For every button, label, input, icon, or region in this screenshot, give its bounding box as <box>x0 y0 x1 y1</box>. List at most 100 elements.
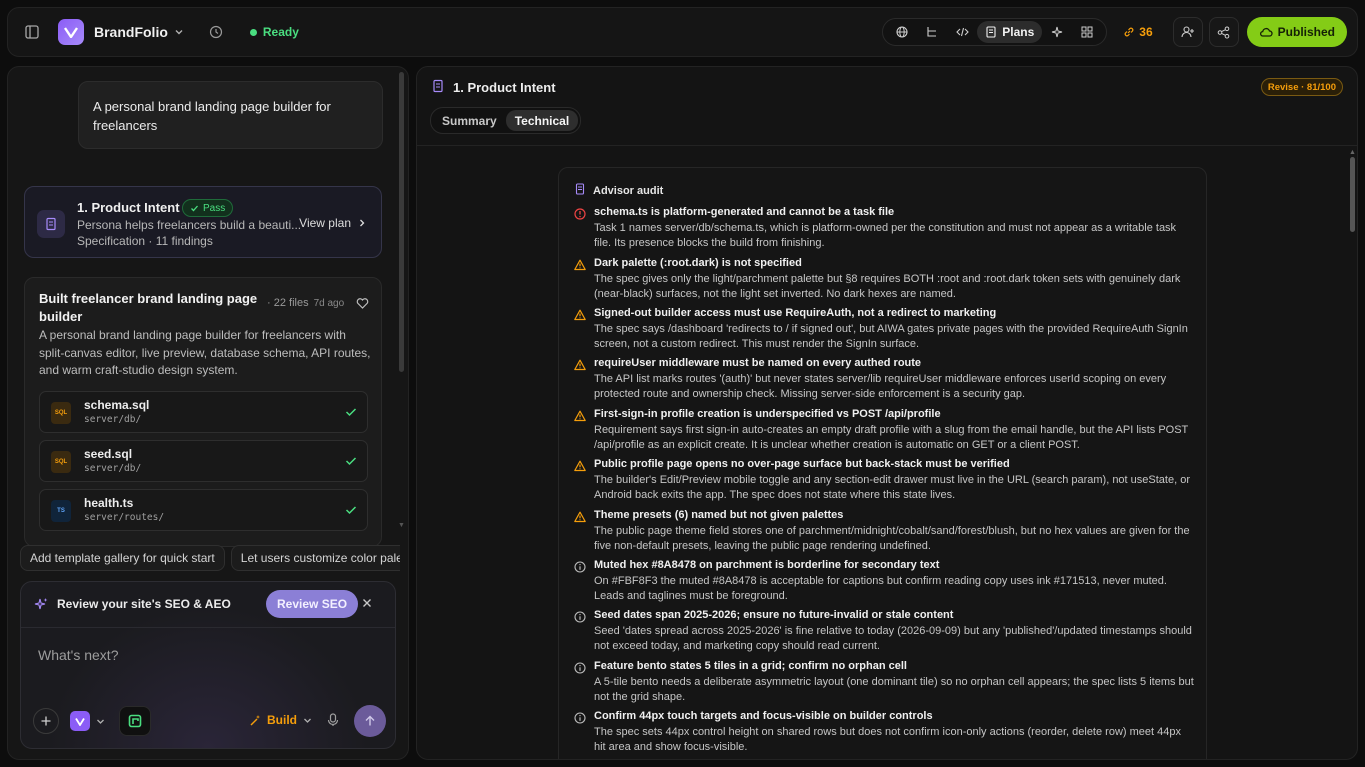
sparkle-icon[interactable] <box>1042 20 1072 44</box>
check-icon <box>345 503 357 518</box>
advisor-audit-card: Advisor audit schema.ts is platform-gene… <box>558 167 1207 759</box>
audit-header: Advisor audit <box>574 183 663 198</box>
finding-title: requireUser middleware must be named on … <box>594 357 922 369</box>
finding-title: Muted hex #8A8478 on parchment is border… <box>594 559 940 571</box>
seo-banner-text: Review your site's SEO & AEO <box>57 597 231 611</box>
published-label: Published <box>1277 25 1335 39</box>
file-path: server/db/ <box>84 414 142 425</box>
build-mode-label: Build <box>267 713 297 727</box>
seo-banner: Review your site's SEO & AEO Review SEO <box>21 582 395 628</box>
file-row[interactable]: SQL seed.sql server/db/ <box>39 440 368 482</box>
app-logo-icon[interactable] <box>58 19 84 45</box>
code-icon[interactable] <box>947 20 977 44</box>
file-name: schema.sql <box>84 398 150 412</box>
tree-icon[interactable] <box>917 20 947 44</box>
build-age: 7d ago <box>313 298 345 309</box>
globe-icon[interactable] <box>887 20 917 44</box>
user-plus-icon <box>1181 26 1194 38</box>
send-button[interactable] <box>354 705 386 737</box>
build-mode-selector[interactable]: Build <box>249 713 312 727</box>
tab-technical[interactable]: Technical <box>505 110 579 131</box>
heart-icon[interactable] <box>356 297 369 312</box>
check-icon <box>345 405 357 420</box>
agent-icon <box>128 714 142 728</box>
file-row[interactable]: SQL schema.sql server/db/ <box>39 391 368 433</box>
cloud-icon <box>1259 27 1273 37</box>
plan-panel: 1. Product Intent Revise · 81/100 Summar… <box>416 66 1358 760</box>
app-name[interactable]: BrandFolio <box>94 24 168 40</box>
finding-title: Public profile page opens no over-page s… <box>594 458 1010 470</box>
tab-summary[interactable]: Summary <box>433 110 506 131</box>
finding-title: Theme presets (6) named but not given pa… <box>594 509 844 521</box>
plan-header: 1. Product Intent Revise · 81/100 Summar… <box>417 67 1357 146</box>
add-attachment-button[interactable] <box>33 708 59 734</box>
status-dot-icon <box>249 28 257 36</box>
sql-file-icon: SQL <box>51 451 71 473</box>
view-plan-link[interactable]: View plan <box>299 216 367 230</box>
scroll-up-icon[interactable]: ▲ <box>1349 149 1356 156</box>
finding-body: Task 1 names server/db/schema.ts, which … <box>594 222 1177 249</box>
alert-circle-icon <box>574 208 586 220</box>
credits-counter[interactable]: 36 <box>1123 25 1153 39</box>
finding-body: The spec gives only the light/parchment … <box>594 273 1181 300</box>
model-selector[interactable] <box>70 711 105 731</box>
build-description: A personal brand landing page builder fo… <box>39 328 371 377</box>
chevron-down-icon <box>304 718 311 723</box>
agent-button[interactable] <box>119 706 151 736</box>
product-intent-card[interactable]: 1. Product Intent Pass Persona helps fre… <box>24 186 382 258</box>
file-name: seed.sql <box>84 447 133 461</box>
credits-value: 36 <box>1139 25 1153 39</box>
finding-title: Signed-out builder access must use Requi… <box>594 307 997 319</box>
warning-triangle-icon <box>574 359 586 371</box>
grid-icon[interactable] <box>1072 20 1102 44</box>
finding-body: The API list marks routes '(auth)' but n… <box>594 373 1167 400</box>
chat-panel: A personal brand landing page builder fo… <box>7 66 409 760</box>
build-status: Ready <box>249 25 299 39</box>
suggestion-chips: Add template gallery for quick start Let … <box>20 545 400 571</box>
scroll-icon <box>574 183 586 198</box>
view-plan-label: View plan <box>299 216 351 230</box>
finding-title: Feature bento states 5 tiles in a grid; … <box>594 660 907 672</box>
file-row[interactable]: TS health.ts server/routes/ <box>39 489 368 531</box>
close-icon[interactable] <box>362 595 372 611</box>
pass-badge: Pass <box>182 199 234 217</box>
suggestion-chip[interactable]: Let users customize color palette <box>230 545 400 571</box>
plans-button[interactable]: Plans <box>977 21 1043 43</box>
build-summary-card: Built freelancer brand landing page buil… <box>24 277 382 547</box>
microphone-icon[interactable] <box>327 713 339 730</box>
pass-badge-label: Pass <box>203 202 226 214</box>
info-icon <box>574 662 586 674</box>
history-icon[interactable] <box>202 18 230 46</box>
finding-title: Dark palette (:root.dark) is not specifi… <box>594 257 802 269</box>
finding-title: schema.ts is platform-generated and cann… <box>594 206 895 218</box>
warning-triangle-icon <box>574 410 586 422</box>
plus-icon <box>41 716 51 726</box>
sidebar-toggle-icon[interactable] <box>18 18 46 46</box>
review-seo-button[interactable]: Review SEO <box>266 590 359 618</box>
finding-body: The builder's Edit/Preview mobile toggle… <box>594 474 1190 501</box>
invite-user-button[interactable] <box>1172 17 1203 47</box>
share-icon <box>1217 26 1230 38</box>
finding-body: Seed 'dates spread across 2025-2026' is … <box>594 625 1192 652</box>
finding-body: Requirement says first sign-in auto-crea… <box>594 424 1189 451</box>
suggestion-chip[interactable]: Add template gallery for quick start <box>20 545 225 571</box>
share-button[interactable] <box>1208 17 1239 47</box>
chevron-down-icon[interactable] <box>174 25 184 40</box>
chat-scrollbar[interactable] <box>399 72 404 372</box>
plan-title-row: 1. Product Intent <box>431 79 556 96</box>
warning-triangle-icon <box>574 460 586 472</box>
build-title: Built freelancer brand landing page buil… <box>39 291 258 324</box>
plans-label: Plans <box>1002 25 1035 39</box>
check-icon <box>345 454 357 469</box>
published-button[interactable]: Published <box>1246 17 1347 47</box>
plan-scrollbar[interactable] <box>1350 157 1355 232</box>
file-path: server/db/ <box>84 463 142 474</box>
finding-title: Seed dates span 2025-2026; ensure no fut… <box>594 609 954 621</box>
chevron-right-icon <box>360 219 365 227</box>
composer-toolbar: Build <box>21 700 395 748</box>
prompt-input[interactable]: What's next? <box>38 647 119 663</box>
status-text: Ready <box>262 25 299 39</box>
top-bar: BrandFolio Ready Plans 36 Published <box>7 7 1358 57</box>
plan-tabs: Summary Technical <box>430 107 582 134</box>
scroll-down-icon[interactable]: ▼ <box>398 522 405 529</box>
